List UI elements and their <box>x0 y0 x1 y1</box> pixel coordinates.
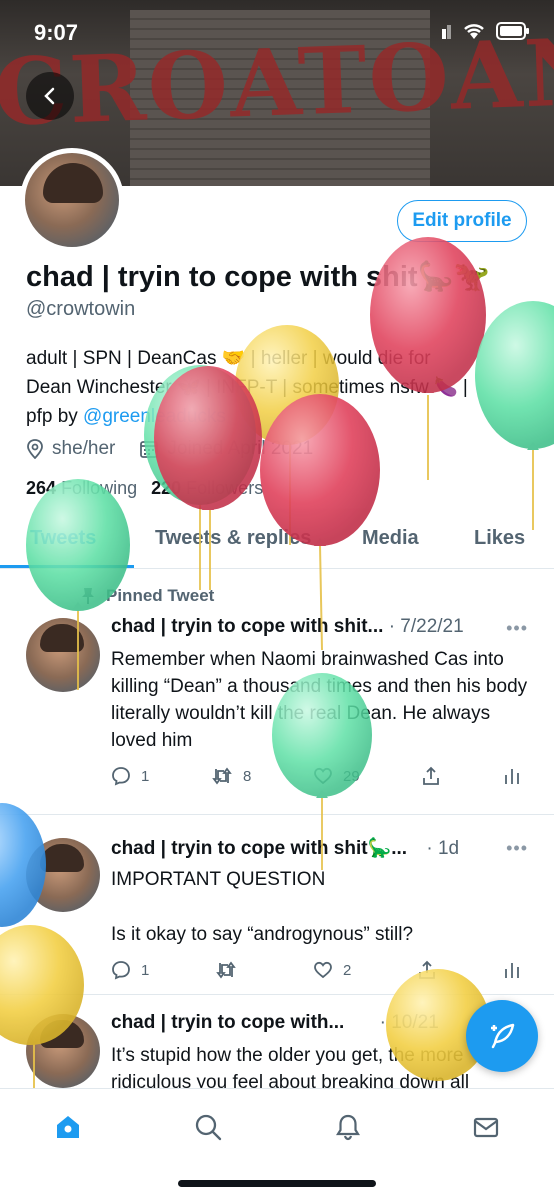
tweet-avatar[interactable] <box>26 838 100 912</box>
retweet-button[interactable]: 8 <box>211 766 251 786</box>
battery-icon <box>496 22 529 40</box>
analytics-icon <box>505 963 519 978</box>
follow-stats: 264 Following 220 Followers <box>26 478 263 499</box>
like-button[interactable]: 2 <box>313 960 351 980</box>
bio-line: Dean Winchester 🦋 | INFP-T | sometimes n… <box>26 377 468 398</box>
nav-search[interactable] <box>188 1107 228 1147</box>
tweet-text: IMPORTANT QUESTION <box>111 869 326 890</box>
following-link[interactable]: 264 Following <box>26 478 137 499</box>
joined-text: Joined April 2021 <box>167 438 314 459</box>
nav-home[interactable] <box>48 1107 88 1147</box>
mail-icon <box>473 1117 499 1138</box>
share-button[interactable] <box>421 766 441 786</box>
active-tab-indicator <box>0 565 134 568</box>
like-count: 2 <box>343 961 352 979</box>
location-pin-icon <box>27 439 43 459</box>
status-time: 9:07 <box>34 20 79 45</box>
profile-meta: she/her Joined April 2021 <box>26 438 313 460</box>
back-button[interactable] <box>26 72 74 120</box>
analytics-button[interactable] <box>503 960 521 980</box>
feather-icon <box>491 1023 515 1049</box>
profile-display-name: chad | tryin to cope with shit🦕🦖 <box>26 261 490 293</box>
analytics-icon <box>505 769 519 784</box>
bio-line: pfp by @greenleaducks <box>26 402 546 431</box>
retweet-icon <box>216 961 236 979</box>
bio-mention-link[interactable]: @greenleaducks <box>83 406 226 427</box>
reply-icon <box>112 767 130 786</box>
tab-tweets[interactable]: Tweets <box>30 527 96 550</box>
retweet-button[interactable] <box>215 960 247 980</box>
tab-tweets-replies[interactable]: Tweets & replies <box>155 527 311 550</box>
retweet-count: 8 <box>243 767 252 785</box>
followers-count: 220 <box>151 478 182 498</box>
tweet-avatar[interactable] <box>26 1014 100 1088</box>
status-bar: 9:07 <box>0 0 554 60</box>
following-label: Following <box>61 478 138 498</box>
retweet-icon <box>212 767 232 785</box>
reply-button[interactable]: 1 <box>111 960 149 980</box>
joined-item: Joined April 2021 <box>139 438 313 460</box>
tweet-author[interactable]: chad | tryin to cope with shit... <box>111 616 383 637</box>
following-count: 264 <box>26 478 57 498</box>
calendar-icon <box>140 441 159 458</box>
search-icon <box>195 1114 222 1141</box>
nav-messages[interactable] <box>466 1107 506 1147</box>
signal-icon <box>442 25 451 39</box>
tweet-text: Remember when Naomi brainwashed Cas into… <box>111 649 528 751</box>
tweet-date[interactable]: · 1d <box>426 838 459 859</box>
tweet-date[interactable]: · 10/21 <box>380 1012 439 1033</box>
pronouns-item: she/her <box>26 438 115 460</box>
reply-icon <box>112 961 130 980</box>
status-icons <box>430 22 530 40</box>
reply-count: 1 <box>141 961 150 979</box>
followers-label: Followers <box>186 478 264 498</box>
tab-media[interactable]: Media <box>362 527 419 550</box>
tweet-avatar[interactable] <box>26 618 100 692</box>
home-icon <box>57 1116 79 1138</box>
more-options-icon[interactable]: ••• <box>506 618 528 639</box>
reply-button[interactable]: 1 <box>111 766 149 786</box>
share-button[interactable] <box>417 960 437 980</box>
reply-count: 1 <box>141 767 150 785</box>
profile-bio: adult | SPN | DeanCas 🤝 | heller | would… <box>26 344 546 431</box>
home-indicator[interactable] <box>178 1180 376 1187</box>
tweet-header: chad | tryin to cope with... · 10/21 <box>111 1012 439 1034</box>
analytics-button[interactable] <box>503 766 521 786</box>
tweet-actions: 1 2 <box>111 960 521 980</box>
bio-line: adult | SPN | DeanCas 🤝 | heller | would… <box>26 348 431 369</box>
profile-tabs: Tweets Tweets & replies Media Likes <box>0 515 554 569</box>
profile-handle: @crowtowin <box>26 298 136 320</box>
tweet-date[interactable]: · 7/22/21 <box>389 616 464 637</box>
pinned-label: Pinned Tweet <box>80 586 214 606</box>
heart-icon <box>314 767 332 785</box>
heart-icon <box>314 961 332 979</box>
tweet-author[interactable]: chad | tryin to cope with... <box>111 1012 344 1033</box>
tab-likes[interactable]: Likes <box>474 527 525 550</box>
bio-text: pfp by <box>26 406 84 427</box>
tweet-author[interactable]: chad | tryin to cope with shit🦕... <box>111 838 407 859</box>
compose-tweet-button[interactable] <box>466 1000 538 1072</box>
wifi-icon <box>464 24 484 39</box>
share-icon <box>419 960 436 979</box>
more-options-icon[interactable]: ••• <box>506 838 528 859</box>
profile-avatar[interactable] <box>20 148 124 252</box>
tweet-text: Is it okay to say “androgynous” still? <box>111 924 414 945</box>
tweet-header: chad | tryin to cope with shit🦕... · 1d <box>111 836 459 860</box>
like-count: 29 <box>343 767 360 785</box>
pronouns-text: she/her <box>52 438 116 459</box>
share-icon <box>423 766 440 785</box>
nav-notifications[interactable] <box>328 1107 368 1147</box>
tweet-header: chad | tryin to cope with shit... · 7/22… <box>111 616 464 638</box>
tweet-divider <box>0 814 554 815</box>
tweet-divider <box>0 994 554 995</box>
tweet-actions: 1 8 29 <box>111 766 521 786</box>
chevron-left-icon <box>44 87 55 105</box>
pin-icon <box>82 588 94 604</box>
like-button[interactable]: 29 <box>313 766 360 786</box>
followers-link[interactable]: 220 Followers <box>151 478 263 499</box>
edit-profile-button[interactable]: Edit profile <box>397 200 527 242</box>
pinned-text: Pinned Tweet <box>106 586 215 605</box>
bell-icon <box>336 1114 360 1141</box>
